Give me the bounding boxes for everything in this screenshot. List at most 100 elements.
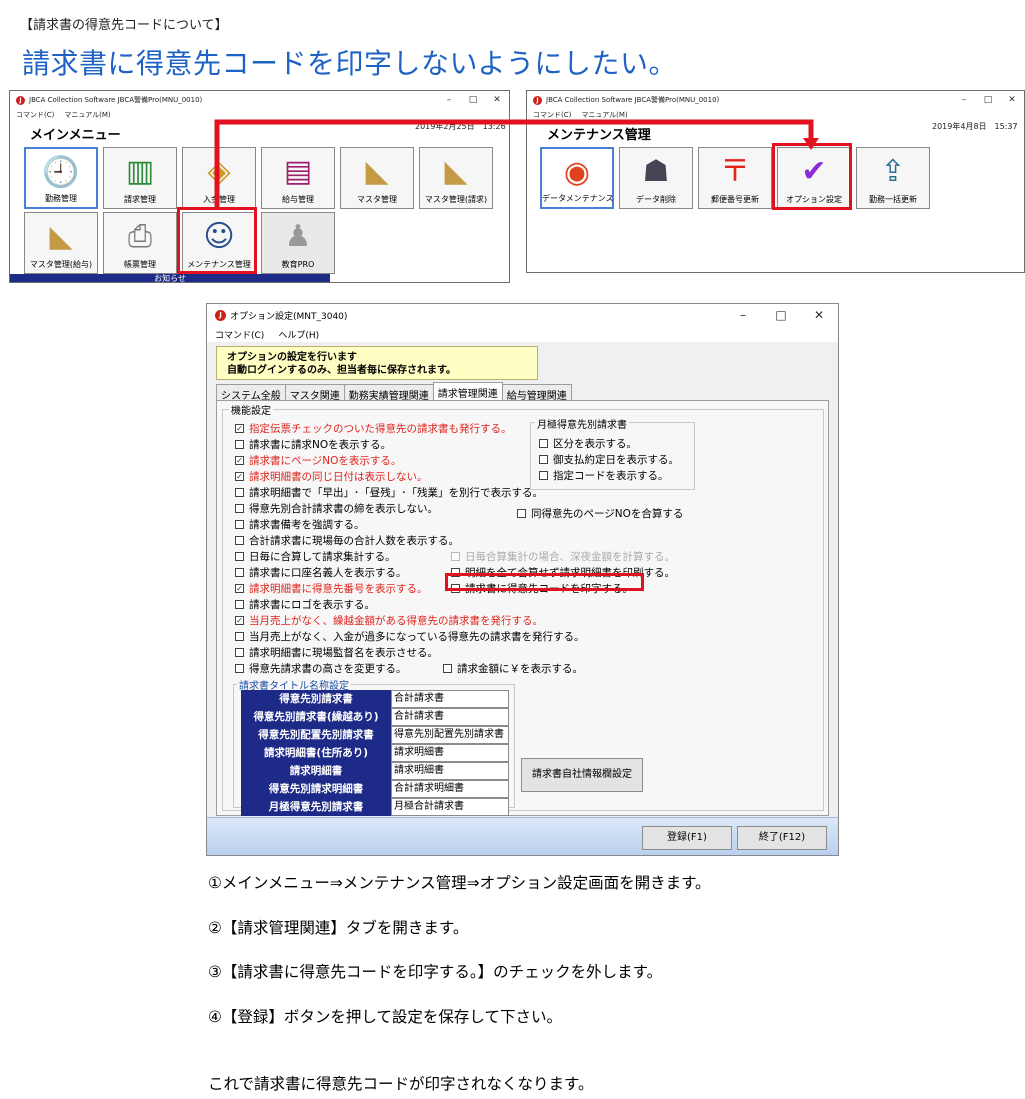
option-right-2[interactable]: 明細を全て合算せず請求明細書を印刷する。 bbox=[451, 565, 675, 580]
checkbox[interactable] bbox=[235, 536, 244, 545]
minimize-icon[interactable]: – bbox=[724, 308, 762, 322]
option-right-0[interactable]: 同得意先のページNOを合算する bbox=[517, 506, 683, 521]
option-9[interactable]: 請求書に口座名義人を表示する。 bbox=[235, 565, 407, 580]
checkbox[interactable] bbox=[539, 455, 548, 464]
title-row-input[interactable]: 合計請求明細書 bbox=[391, 780, 509, 798]
option-13[interactable]: 当月売上がなく、入金が過多になっている得意先の請求書を発行する。 bbox=[235, 629, 584, 644]
title-row-input[interactable]: 請求明細書 bbox=[391, 762, 509, 780]
option-5[interactable]: 得意先別合計請求書の締を表示しない。 bbox=[235, 501, 438, 516]
checkbox[interactable] bbox=[235, 472, 244, 481]
tile-master-kyuyo[interactable]: ◣ マスタ管理(給与) bbox=[24, 212, 98, 274]
menu-command[interactable]: コマンド(C) bbox=[215, 328, 264, 341]
tile-maintenance[interactable]: ☺ メンテナンス管理 bbox=[182, 212, 256, 274]
tab-billing[interactable]: 請求管理関連 bbox=[432, 382, 503, 400]
clock-doc-icon: 🕘 bbox=[42, 155, 80, 190]
tab-master[interactable]: マスタ関連 bbox=[284, 384, 345, 402]
title-row-input[interactable]: 合計請求書 bbox=[391, 708, 509, 726]
tab-attendance[interactable]: 勤務実績管理関連 bbox=[343, 384, 434, 402]
maximize-icon[interactable]: □ bbox=[762, 308, 800, 322]
option-0[interactable]: 指定伝票チェックのついた得意先の請求書も発行する。 bbox=[235, 421, 512, 436]
maintenance-person-icon: ☺ bbox=[203, 219, 235, 254]
checkbox[interactable] bbox=[235, 424, 244, 433]
monthly-option-payment-date[interactable]: 御支払約定日を表示する。 bbox=[539, 452, 679, 467]
checkbox[interactable] bbox=[451, 584, 460, 593]
maximize-icon[interactable]: □ bbox=[976, 95, 1000, 105]
close-icon[interactable]: ✕ bbox=[485, 95, 509, 105]
checkbox[interactable] bbox=[451, 568, 460, 577]
checkbox[interactable] bbox=[539, 439, 548, 448]
main-menu-title: JBCA Collection Software JBCA警備Pro(MNU_0… bbox=[29, 96, 203, 104]
monthly-option-kubun[interactable]: 区分を表示する。 bbox=[539, 436, 637, 451]
checkbox[interactable] bbox=[235, 520, 244, 529]
option-right-4[interactable]: 請求金額に￥を表示する。 bbox=[443, 661, 583, 676]
company-info-button[interactable]: 請求書自社情報欄設定 bbox=[521, 758, 643, 792]
title-row: 請求明細書(住所あり) 請求明細書 bbox=[241, 744, 509, 762]
checkbox[interactable] bbox=[235, 552, 244, 561]
option-12[interactable]: 当月売上がなく、繰越金額がある得意先の請求書を発行する。 bbox=[235, 613, 543, 628]
tile-seikyu[interactable]: ▥ 請求管理 bbox=[103, 147, 177, 209]
checkbox[interactable] bbox=[235, 648, 244, 657]
option-label: 得意先請求書の高さを変更する。 bbox=[249, 663, 407, 675]
page-tag: 【請求書の得意先コードについて】 bbox=[20, 18, 228, 33]
menu-help[interactable]: ヘルプ(H) bbox=[278, 328, 319, 341]
option-4[interactable]: 請求明細書で「早出」･「昼残」･「残業」を別行で表示する。 bbox=[235, 485, 543, 500]
checkbox[interactable] bbox=[539, 471, 548, 480]
title-row-input[interactable]: 得意先別配置先別請求書 bbox=[391, 726, 509, 744]
title-row-input[interactable]: 合計請求書 bbox=[391, 690, 509, 708]
tile-chohyo[interactable]: ⎙ 帳票管理 bbox=[103, 212, 177, 274]
option-10[interactable]: 請求明細書に得意先番号を表示する。 bbox=[235, 581, 428, 596]
title-row: 得意先別請求書 合計請求書 bbox=[241, 690, 509, 708]
checkbox[interactable] bbox=[235, 456, 244, 465]
option-1[interactable]: 請求書に請求NOを表示する。 bbox=[235, 437, 391, 452]
option-label: 御支払約定日を表示する。 bbox=[553, 454, 679, 466]
tile-kyoiku[interactable]: ♟ 教育PRO bbox=[261, 212, 335, 274]
option-label: 請求金額に￥を表示する。 bbox=[457, 663, 583, 675]
option-8[interactable]: 日毎に合算して請求集計する。 bbox=[235, 549, 396, 564]
flow-arrow-head bbox=[803, 138, 819, 150]
close-button[interactable]: 終了(F12) bbox=[737, 826, 827, 850]
checkbox[interactable] bbox=[235, 584, 244, 593]
checkbox[interactable] bbox=[235, 600, 244, 609]
checkbox[interactable] bbox=[235, 568, 244, 577]
option-11[interactable]: 請求書にロゴを表示する。 bbox=[235, 597, 375, 612]
main-menu-titlebar: J JBCA Collection Software JBCA警備Pro(MNU… bbox=[10, 91, 509, 109]
checkbox[interactable] bbox=[235, 440, 244, 449]
title-row-input[interactable]: 請求明細書 bbox=[391, 744, 509, 762]
save-button[interactable]: 登録(F1) bbox=[642, 826, 732, 850]
tile-kinmu[interactable]: 🕘 勤務管理 bbox=[24, 147, 98, 209]
monthly-option-code[interactable]: 指定コードを表示する。 bbox=[539, 468, 669, 483]
checkbox[interactable] bbox=[235, 616, 244, 625]
tile-batch-update[interactable]: ⇪ 勤務一括更新 bbox=[856, 147, 930, 209]
option-3[interactable]: 請求明細書の同じ日付は表示しない。 bbox=[235, 469, 428, 484]
option-right-1[interactable]: 日毎合算集計の場合、深夜金額を計算する。 bbox=[451, 549, 675, 564]
checkbox[interactable] bbox=[451, 552, 460, 561]
option-2[interactable]: 請求書にページNOを表示する。 bbox=[235, 453, 401, 468]
maintenance-date: 2019年4月8日 15:37 bbox=[932, 122, 1018, 131]
maximize-icon[interactable]: □ bbox=[461, 95, 485, 105]
checkbox[interactable] bbox=[235, 488, 244, 497]
close-icon[interactable]: ✕ bbox=[1000, 95, 1024, 105]
tab-payroll[interactable]: 給与管理関連 bbox=[501, 384, 572, 402]
close-icon[interactable]: ✕ bbox=[800, 308, 838, 322]
tab-system[interactable]: システム全般 bbox=[216, 384, 286, 402]
option-15[interactable]: 得意先請求書の高さを変更する。 bbox=[235, 661, 407, 676]
title-row-label: 請求明細書 bbox=[241, 762, 391, 780]
checkbox[interactable] bbox=[235, 632, 244, 641]
minimize-icon[interactable]: – bbox=[952, 95, 976, 105]
option-7[interactable]: 合計請求書に現場毎の合計人数を表示する。 bbox=[235, 533, 459, 548]
checkbox[interactable] bbox=[235, 504, 244, 513]
option-customer-code-print[interactable]: 請求書に得意先コードを印字する。 bbox=[451, 581, 633, 596]
checkbox[interactable] bbox=[517, 509, 526, 518]
title-row-input[interactable]: 月極合計請求書 bbox=[391, 798, 509, 816]
flow-arrow-line bbox=[214, 119, 814, 207]
menu-command[interactable]: コマンド(C) bbox=[16, 110, 54, 120]
option-label: 得意先別合計請求書の締を表示しない。 bbox=[249, 503, 438, 515]
option-14[interactable]: 請求明細書に現場監督名を表示させる。 bbox=[235, 645, 438, 660]
checkbox[interactable] bbox=[235, 664, 244, 673]
option-label: 請求書にロゴを表示する。 bbox=[249, 599, 375, 611]
title-row-label: 月極得意先別請求書 bbox=[241, 798, 391, 816]
minimize-icon[interactable]: – bbox=[437, 95, 461, 105]
menu-manual[interactable]: マニュアル(M) bbox=[64, 110, 110, 120]
checkbox[interactable] bbox=[443, 664, 452, 673]
option-6[interactable]: 請求書備考を強調する。 bbox=[235, 517, 365, 532]
